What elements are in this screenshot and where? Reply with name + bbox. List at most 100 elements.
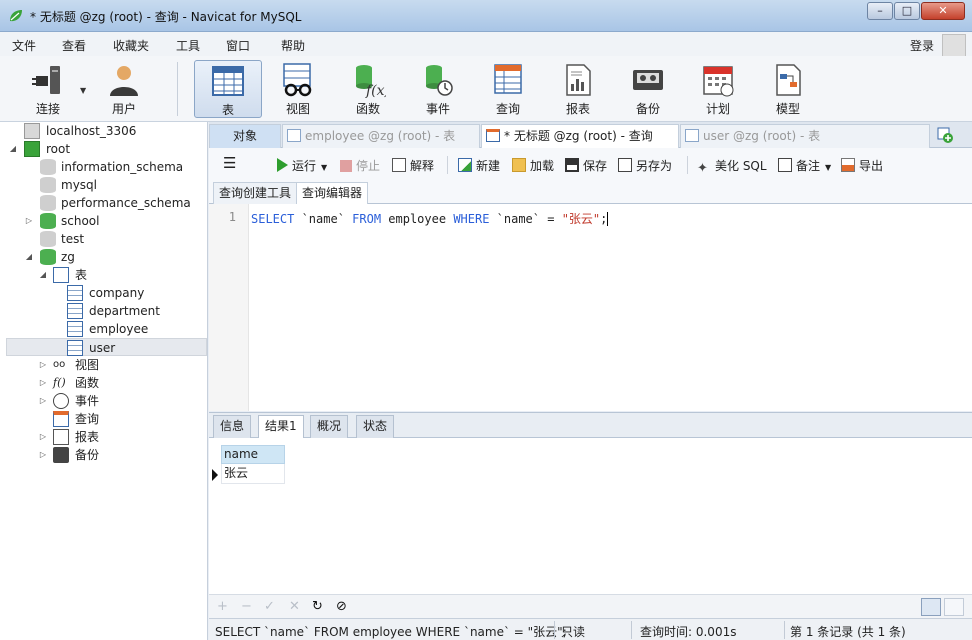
tab-info[interactable]: 信息	[213, 415, 252, 438]
tab-profile[interactable]: 概况	[310, 415, 349, 438]
tree-table-company[interactable]: company	[0, 284, 208, 302]
menu-view[interactable]: 查看	[62, 37, 86, 54]
tree-db-school[interactable]: ▷ school	[0, 212, 208, 230]
note-dropdown-arrow[interactable]: ▼	[825, 163, 831, 172]
collapse-arrow-icon[interactable]: ◢	[38, 266, 48, 284]
beautify-sql-button[interactable]: ✦ 美化 SQL	[697, 157, 767, 176]
connect-dropdown-arrow[interactable]: ▼	[80, 86, 86, 95]
menu-help[interactable]: 帮助	[281, 37, 305, 54]
collapse-arrow-icon[interactable]: ◢	[24, 248, 34, 266]
note-button[interactable]: 备注 ▼	[778, 157, 831, 174]
tab-query-editor[interactable]: 查询编辑器	[296, 182, 369, 204]
sql-editor[interactable]: 1 SELECT `name` FROM employee WHERE `nam…	[209, 204, 972, 411]
event-button[interactable]: 事件	[406, 60, 470, 118]
export-button[interactable]: 导出	[841, 157, 883, 174]
refresh-button[interactable]: ↻	[312, 599, 323, 614]
stop-icon	[340, 160, 352, 172]
schedule-button[interactable]: 计划	[686, 60, 750, 118]
add-record-button[interactable]: +	[217, 599, 228, 614]
tree-connection-localhost[interactable]: localhost_3306	[0, 122, 208, 140]
sql-keyword: WHERE	[453, 212, 490, 226]
note-label: 备注	[796, 159, 821, 173]
backup-button[interactable]: 备份	[616, 60, 680, 118]
tree-folder-views[interactable]: ▷ oo 视图	[0, 356, 208, 374]
query-icon	[486, 129, 500, 142]
apply-changes-button[interactable]: ✓	[264, 599, 275, 614]
report-icon	[566, 64, 591, 96]
tree-table-employee[interactable]: employee	[0, 320, 208, 338]
sql-code[interactable]: SELECT `name` FROM employee WHERE `name`…	[251, 210, 609, 227]
tab-user-table[interactable]: user @zg (root) - 表	[680, 124, 930, 148]
view-button[interactable]: 视图	[266, 60, 330, 118]
tree-connection-root[interactable]: ◢ root	[0, 140, 208, 158]
stop-button[interactable]: 停止	[340, 157, 380, 174]
tree-db-test[interactable]: test	[0, 230, 208, 248]
close-button[interactable]: ✕	[921, 2, 965, 20]
discard-changes-button[interactable]: ✕	[289, 599, 300, 614]
login-link[interactable]: 登录	[910, 37, 934, 54]
menu-favorites[interactable]: 收藏夹	[113, 37, 149, 54]
tab-object[interactable]: 对象	[209, 124, 281, 148]
tree-db-performance-schema[interactable]: performance_schema	[0, 194, 208, 212]
tab-untitled-query[interactable]: * 无标题 @zg (root) - 查询	[481, 124, 679, 148]
tab-result1[interactable]: 结果1	[258, 415, 304, 438]
expand-arrow-icon[interactable]: ▷	[38, 428, 48, 446]
tree-table-user[interactable]: user	[6, 338, 207, 356]
user-button[interactable]: 用户	[92, 60, 156, 118]
new-tab-icon[interactable]	[937, 127, 953, 143]
maximize-button[interactable]: □	[894, 2, 920, 20]
model-button[interactable]: 模型	[756, 60, 820, 118]
run-label: 运行	[292, 159, 317, 173]
expand-arrow-icon[interactable]: ▷	[24, 212, 34, 230]
tree-db-zg[interactable]: ◢ zg	[0, 248, 208, 266]
export-icon	[841, 158, 855, 172]
grid-view-toggle[interactable]	[921, 598, 941, 616]
column-header-name[interactable]: name	[221, 445, 285, 464]
delete-record-button[interactable]: −	[241, 599, 252, 614]
menu-hamburger-icon[interactable]: ☰	[223, 154, 236, 172]
document-tabs: 对象 employee @zg (root) - 表 * 无标题 @zg (ro…	[209, 122, 972, 148]
load-button[interactable]: 加载	[512, 157, 554, 174]
database-open-icon	[40, 249, 56, 265]
connect-button[interactable]: 连接	[16, 60, 80, 118]
tree-folder-events[interactable]: ▷ 事件	[0, 392, 208, 410]
menu-file[interactable]: 文件	[12, 37, 36, 54]
plug-icon	[32, 66, 60, 94]
expand-arrow-icon[interactable]: ▷	[38, 446, 48, 464]
table-cell[interactable]: 张云	[221, 464, 285, 484]
form-view-toggle[interactable]	[944, 598, 964, 616]
new-button[interactable]: 新建	[458, 157, 500, 174]
run-dropdown-arrow[interactable]: ▼	[321, 163, 327, 172]
expand-arrow-icon[interactable]: ▷	[38, 392, 48, 410]
event-clock-icon	[53, 393, 69, 409]
explain-button[interactable]: 解释	[392, 157, 434, 174]
tree-label: performance_schema	[61, 196, 191, 210]
collapse-arrow-icon[interactable]: ◢	[8, 140, 18, 158]
function-button[interactable]: f(x) 函数	[336, 60, 400, 118]
tree-folder-functions[interactable]: ▷ f() 函数	[0, 374, 208, 392]
tree-db-mysql[interactable]: mysql	[0, 176, 208, 194]
table-button[interactable]: 表	[194, 60, 262, 118]
account-avatar[interactable]	[942, 34, 966, 58]
save-button[interactable]: 保存	[565, 157, 607, 174]
table-icon	[685, 129, 699, 142]
minimize-button[interactable]: –	[867, 2, 893, 20]
tab-employee-table[interactable]: employee @zg (root) - 表	[282, 124, 480, 148]
query-button[interactable]: 查询	[476, 60, 540, 118]
tree-db-information-schema[interactable]: information_schema	[0, 158, 208, 176]
tree-table-department[interactable]: department	[0, 302, 208, 320]
tab-status[interactable]: 状态	[356, 415, 395, 438]
expand-arrow-icon[interactable]: ▷	[38, 374, 48, 392]
tree-folder-backups[interactable]: ▷ 备份	[0, 446, 208, 464]
menu-tools[interactable]: 工具	[176, 37, 200, 54]
stop-fetch-button[interactable]: ⊘	[336, 599, 347, 614]
tree-folder-reports[interactable]: ▷ 报表	[0, 428, 208, 446]
run-button[interactable]: 运行 ▼	[277, 157, 327, 174]
report-button[interactable]: 报表	[546, 60, 610, 118]
tree-folder-tables[interactable]: ◢ 表	[0, 266, 208, 284]
tree-folder-queries[interactable]: 查询	[0, 410, 208, 428]
save-as-button[interactable]: 另存为	[618, 157, 672, 174]
expand-arrow-icon[interactable]: ▷	[38, 356, 48, 374]
tab-query-builder[interactable]: 查询创建工具	[213, 182, 298, 204]
menu-window[interactable]: 窗口	[226, 37, 250, 54]
